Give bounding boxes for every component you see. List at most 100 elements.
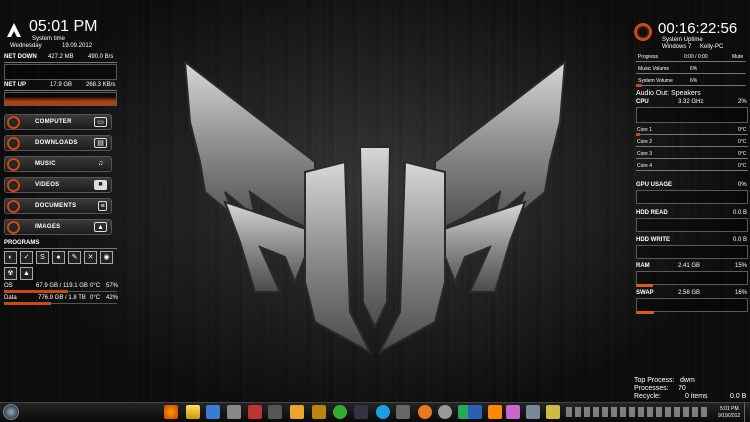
steam-taskbar-icon[interactable] xyxy=(354,405,368,419)
net-up-label: NET UP xyxy=(4,82,27,88)
net-down-total: 427.2 MB xyxy=(48,54,74,60)
clock-logo-icon xyxy=(6,22,22,38)
programs-title: PROGRAMS xyxy=(4,240,40,246)
firefox-icon[interactable] xyxy=(164,405,178,419)
system-volume-label: System Volume xyxy=(638,78,673,84)
shortcut-videos-label: VIDEOS xyxy=(35,182,60,188)
steam-icon[interactable]: ◐ xyxy=(4,251,17,264)
shortcut-computer[interactable]: COMPUTER ▭ xyxy=(4,114,112,130)
progress-track[interactable] xyxy=(636,61,746,62)
shortcut-videos[interactable]: VIDEOS ■ xyxy=(4,177,112,193)
media-mute[interactable]: Mute xyxy=(732,54,743,61)
droplet-icon[interactable]: ▲ xyxy=(20,267,33,280)
torrent-icon[interactable] xyxy=(333,405,347,419)
divider xyxy=(636,146,748,147)
drive-os-bar xyxy=(4,290,69,293)
divider xyxy=(636,134,748,135)
uptime-label: System Uptime xyxy=(662,37,703,43)
app-taskbar-icon[interactable] xyxy=(396,405,410,419)
drive-os-pct: 57% xyxy=(106,283,119,289)
recycle-label[interactable]: Recycle: xyxy=(634,393,661,400)
chat-icon[interactable] xyxy=(312,405,326,419)
core-4-label: Core 4 xyxy=(637,163,653,169)
media-player-icon[interactable] xyxy=(227,405,241,419)
swap-pct: 16% xyxy=(735,290,748,296)
shortcut-documents[interactable]: DOCUMENTS ≡ xyxy=(4,198,112,214)
drive-data-name: Data xyxy=(4,295,17,301)
divider xyxy=(4,90,117,91)
hdd-read-value: 0.0 B xyxy=(733,210,748,216)
uptime-os: Windows 7 xyxy=(662,44,692,50)
gpu-pct: 0% xyxy=(738,182,747,188)
shortcut-documents-label: DOCUMENTS xyxy=(35,203,77,209)
game-icon[interactable]: ✓ xyxy=(20,251,33,264)
taskbar-date[interactable]: 9/19/2012 xyxy=(718,413,740,420)
divider xyxy=(636,170,748,171)
skype-taskbar-icon[interactable] xyxy=(376,405,390,419)
swap-graph xyxy=(636,298,748,312)
music-volume-value: 6% xyxy=(690,66,698,72)
ring-icon xyxy=(7,179,20,192)
disk-icon[interactable] xyxy=(438,405,452,419)
drive-data-usage: 776.9 GB / 1.8 TB xyxy=(38,295,86,301)
shortcut-images-label: IMAGES xyxy=(35,224,61,230)
tool-taskbar-icon[interactable] xyxy=(526,405,540,419)
headphones-icon: ♫ xyxy=(97,160,104,167)
cpu-pct: 2% xyxy=(738,99,747,105)
game-app-icon[interactable] xyxy=(248,405,262,419)
explorer-icon[interactable] xyxy=(186,405,200,419)
drive-os-usage: 67.9 GB / 119.1 GB xyxy=(36,283,88,289)
explorer-window-icon[interactable] xyxy=(206,405,220,419)
editor-icon[interactable]: ✕ xyxy=(84,251,97,264)
gpu-graph xyxy=(636,190,748,204)
taskbar-time[interactable]: 5:01 PM xyxy=(720,406,739,413)
net-down-graph xyxy=(4,64,117,80)
system-volume-slider[interactable] xyxy=(636,85,746,86)
ram-pct: 15% xyxy=(735,263,748,269)
clock-label: System time xyxy=(32,36,66,42)
video-icon[interactable] xyxy=(268,405,282,419)
music-volume-slider[interactable] xyxy=(636,73,746,74)
drive-data-bar xyxy=(4,302,52,305)
clock-time: 05:01 PM xyxy=(29,18,98,35)
gpu-label: GPU USAGE xyxy=(636,182,673,188)
start-button[interactable] xyxy=(3,404,19,420)
drive-os-name: OS xyxy=(4,283,13,289)
core-2-temp: 0°C xyxy=(738,139,747,145)
vlc-icon[interactable] xyxy=(488,405,502,419)
k-app-icon[interactable] xyxy=(418,405,432,419)
tool-icon[interactable]: ✎ xyxy=(68,251,81,264)
hdd-write-label: HDD WRITE xyxy=(636,237,670,243)
shortcut-music[interactable]: MUSIC ♫ xyxy=(4,156,112,172)
divider xyxy=(636,158,748,159)
show-desktop-button[interactable] xyxy=(744,403,750,422)
net-down-rate: 490.0 B/s xyxy=(88,54,114,60)
cpu-label: CPU xyxy=(636,99,649,105)
uptime-ring-icon xyxy=(634,23,652,41)
app-icon[interactable]: ♠ xyxy=(52,251,65,264)
shortcut-downloads[interactable]: DOWNLOADS ▤ xyxy=(4,135,112,151)
camera-icon: ■ xyxy=(94,180,107,190)
word-icon[interactable] xyxy=(468,405,482,419)
system-tray[interactable] xyxy=(566,407,708,417)
hdd-read-label: HDD READ xyxy=(636,210,668,216)
folder-icon[interactable] xyxy=(290,405,304,419)
divider xyxy=(4,248,117,249)
shortcut-music-label: MUSIC xyxy=(35,161,56,167)
skype-icon[interactable]: S xyxy=(36,251,49,264)
radiation-icon[interactable]: ☢ xyxy=(4,267,17,280)
editor-taskbar-icon[interactable] xyxy=(546,405,560,419)
document-icon: ≡ xyxy=(98,201,107,211)
system-volume-fill xyxy=(636,84,642,87)
paint-icon[interactable] xyxy=(506,405,520,419)
recycle-size: 0.0 B xyxy=(730,393,747,400)
gamepad-icon[interactable]: ◉ xyxy=(100,251,113,264)
core-1-temp: 0°C xyxy=(738,127,747,133)
shortcut-downloads-label: DOWNLOADS xyxy=(35,140,78,146)
top-process-value: dwm xyxy=(680,377,695,384)
hdd-write-graph xyxy=(636,245,748,259)
shortcut-images[interactable]: IMAGES ▲ xyxy=(4,219,112,235)
processes-label: Processes: xyxy=(634,385,669,392)
cpu-freq: 3.32 GHz xyxy=(678,99,704,105)
clock-day: Wednesday xyxy=(10,43,42,49)
